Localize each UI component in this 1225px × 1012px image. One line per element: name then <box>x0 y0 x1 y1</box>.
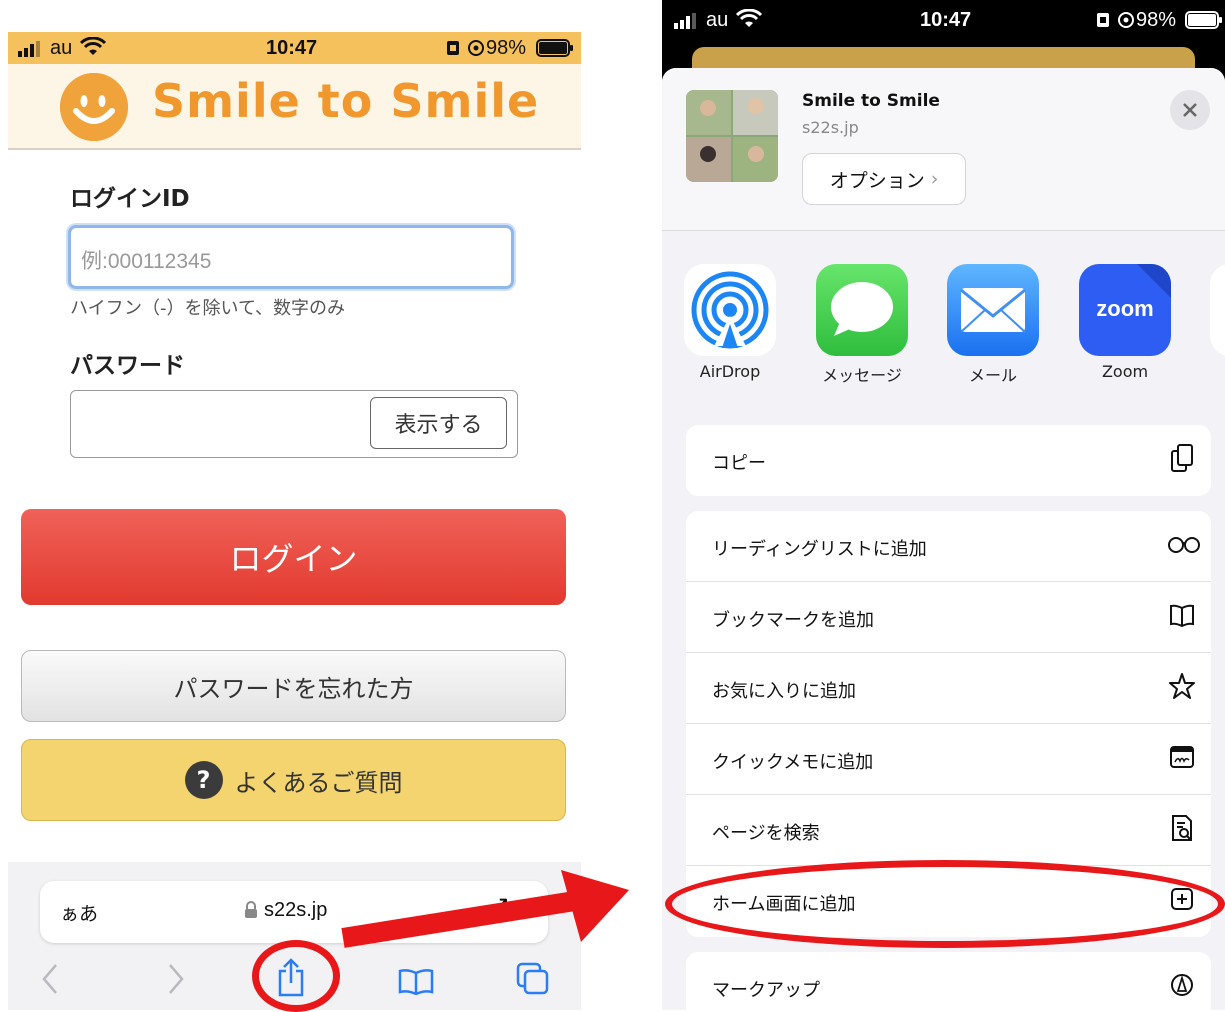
smile-logo-icon <box>60 73 128 141</box>
battery-percent: 98% <box>486 37 527 59</box>
faq-label: よくあるご質問 <box>234 768 403 797</box>
battery-percent: 98% <box>1136 9 1177 31</box>
clock: 10:47 <box>266 37 318 59</box>
markup-row[interactable]: マークアップ <box>686 952 1211 1010</box>
show-password-button[interactable]: 表示する <box>370 397 507 449</box>
airdrop-label: AirDrop <box>699 362 761 381</box>
login-id-hint: ハイフン（-）を除いて、数字のみ <box>70 298 346 319</box>
messages-icon[interactable] <box>816 264 908 356</box>
url-text: s22s.jp <box>264 899 328 921</box>
quick-note-label: クイックメモに追加 <box>712 752 874 773</box>
copy-label: コピー <box>712 453 766 474</box>
faq-button[interactable]: ? よくあるご質問 <box>21 739 566 821</box>
messages-label: メッセージ <box>822 366 902 385</box>
red-arrow-icon <box>335 860 635 964</box>
signal-icon <box>18 41 40 61</box>
mail-icon[interactable] <box>947 264 1039 356</box>
login-id-label: ログインID <box>70 186 190 212</box>
book-icon <box>1169 600 1195 630</box>
chevron-right-icon: › <box>930 168 939 190</box>
password-label: パスワード <box>70 353 185 379</box>
more-app-icon[interactable] <box>1210 264 1225 356</box>
battery-icon <box>1185 11 1223 33</box>
login-id-placeholder: 例:000112345 <box>81 250 212 273</box>
quick-note-row[interactable]: クイックメモに追加 <box>686 724 1211 795</box>
airdrop-icon[interactable] <box>684 264 776 356</box>
wifi-icon <box>735 8 763 33</box>
zoom-icon[interactable]: zoom <box>1079 264 1171 356</box>
reading-list-label: リーディングリストに追加 <box>712 539 927 560</box>
bookmarks-icon[interactable] <box>398 967 434 999</box>
find-on-page-row[interactable]: ページを検索 <box>686 795 1211 866</box>
clock: 10:47 <box>920 9 972 31</box>
copy-row[interactable]: コピー <box>686 425 1211 496</box>
markup-group: マークアップ <box>686 952 1211 1010</box>
share-title: Smile to Smile <box>802 91 940 111</box>
text-size-button[interactable]: ぁあ <box>60 899 98 926</box>
signal-icon <box>674 13 696 33</box>
back-icon[interactable] <box>40 962 60 1000</box>
close-icon <box>1183 103 1197 117</box>
options-label: オプション <box>829 169 925 192</box>
question-icon: ? <box>184 761 223 799</box>
tabs-icon[interactable] <box>516 962 550 1000</box>
markup-label: マークアップ <box>712 980 820 1001</box>
mail-label: メール <box>968 366 1017 385</box>
zoom-icon-text: zoom <box>1096 296 1154 321</box>
carrier-label: au <box>50 37 73 59</box>
forgot-password-button[interactable]: パスワードを忘れた方 <box>21 650 566 722</box>
logo-text: Smile to Smile <box>152 74 540 128</box>
login-id-input[interactable]: 例:000112345 <box>68 225 514 289</box>
add-favorite-row[interactable]: お気に入りに追加 <box>686 653 1211 724</box>
close-button[interactable] <box>1170 90 1210 130</box>
zoom-label: Zoom <box>1101 362 1149 381</box>
copy-icon <box>1169 443 1195 473</box>
add-bookmark-row[interactable]: ブックマークを追加 <box>686 582 1211 653</box>
quick-note-icon <box>1169 742 1195 772</box>
share-button-highlight-circle <box>252 940 340 1012</box>
find-on-page-icon <box>1169 813 1195 843</box>
share-url: s22s.jp <box>802 118 859 137</box>
status-bar: au 10:47 98% <box>8 32 581 64</box>
login-button[interactable]: ログイン <box>21 509 566 605</box>
add-to-home-highlight-ellipse <box>665 860 1225 948</box>
options-button[interactable]: オプション › <box>802 153 966 205</box>
markup-icon <box>1169 970 1195 1000</box>
forward-icon[interactable] <box>166 962 186 1000</box>
add-bookmark-label: ブックマークを追加 <box>712 610 874 631</box>
add-favorite-label: お気に入りに追加 <box>712 681 856 702</box>
glasses-icon <box>1167 529 1201 559</box>
battery-icon <box>536 39 574 61</box>
wifi-icon <box>79 36 107 61</box>
page-thumbnail <box>686 90 778 182</box>
right-phone-screen: au 10:47 98% Smile to Smile s22s.jp オプショ… <box>662 0 1225 1010</box>
site-header: Smile to Smile <box>8 64 581 150</box>
star-icon <box>1169 671 1195 701</box>
find-on-page-label: ページを検索 <box>712 823 820 844</box>
reading-list-row[interactable]: リーディングリストに追加 <box>686 511 1211 582</box>
lock-icon <box>244 901 258 923</box>
orientation-lock-icon <box>446 39 486 61</box>
copy-group: コピー <box>686 425 1211 496</box>
password-input[interactable]: 表示する <box>70 390 518 458</box>
orientation-lock-icon <box>1096 11 1136 33</box>
carrier-label: au <box>706 9 729 31</box>
